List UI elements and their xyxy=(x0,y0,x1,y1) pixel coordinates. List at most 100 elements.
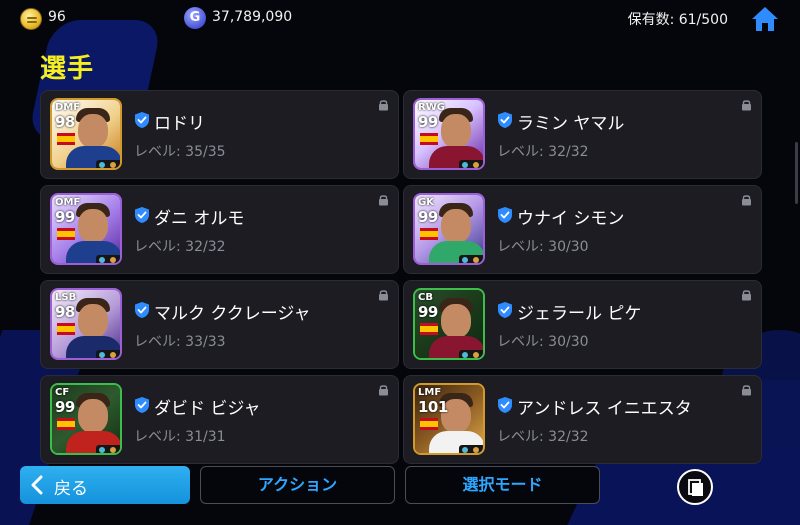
player-portrait: CB 99 xyxy=(413,288,485,360)
page-title: 選手 xyxy=(40,54,95,84)
rating-label: 99 xyxy=(418,303,438,321)
lock-icon[interactable] xyxy=(378,384,389,396)
gp-icon: G xyxy=(184,7,206,29)
rating-label: 99 xyxy=(55,398,75,416)
rating-label: 101 xyxy=(418,398,448,416)
lock-icon[interactable] xyxy=(741,289,752,301)
player-name: マルク ククレージャ xyxy=(154,304,311,324)
select-mode-button[interactable]: 選択モード xyxy=(405,466,600,504)
player-name: ラミン ヤマル xyxy=(517,114,625,134)
verified-icon xyxy=(498,112,512,128)
lock-icon[interactable] xyxy=(741,384,752,396)
gp-balance: 37,789,090 xyxy=(212,9,293,25)
player-card[interactable]: CB 99 ジェラール ピケ レベル: 30/30 xyxy=(403,280,762,369)
back-label: 戻る xyxy=(54,479,88,499)
chevron-left-icon xyxy=(31,475,43,495)
home-icon[interactable] xyxy=(750,5,780,33)
player-portrait: CF 99 xyxy=(50,383,122,455)
owned-count: 保有数: 61/500 xyxy=(627,12,728,28)
player-name: ロドリ xyxy=(154,114,205,134)
scrollbar[interactable] xyxy=(795,142,798,204)
player-level: レベル: 32/32 xyxy=(497,429,589,445)
position-label: RWG xyxy=(418,102,445,113)
lock-icon[interactable] xyxy=(378,289,389,301)
position-label: LMF xyxy=(418,387,442,398)
rating-label: 99 xyxy=(418,208,438,226)
spain-flag-icon xyxy=(57,323,75,335)
player-grid: DMF 98 ロドリ レベル: 35/35 RWG 99 ラミン ヤマル レベル… xyxy=(40,90,762,464)
player-level: レベル: 33/33 xyxy=(134,334,226,350)
player-portrait: LMF 101 xyxy=(413,383,485,455)
player-card[interactable]: DMF 98 ロドリ レベル: 35/35 xyxy=(40,90,399,179)
rating-label: 98 xyxy=(55,303,75,321)
position-label: OMF xyxy=(55,197,81,208)
verified-icon xyxy=(135,302,149,318)
player-portrait: LSB 98 xyxy=(50,288,122,360)
verified-icon xyxy=(135,207,149,223)
player-card[interactable]: OMF 99 ダニ オルモ レベル: 32/32 xyxy=(40,185,399,274)
player-name: アンドレス イニエスタ xyxy=(517,399,692,419)
player-portrait: DMF 98 xyxy=(50,98,122,170)
player-level: レベル: 35/35 xyxy=(134,144,226,160)
player-name: ジェラール ピケ xyxy=(517,304,642,324)
action-button[interactable]: アクション xyxy=(200,466,395,504)
player-portrait: OMF 99 xyxy=(50,193,122,265)
player-level: レベル: 32/32 xyxy=(497,144,589,160)
player-face xyxy=(441,209,471,243)
player-face xyxy=(78,209,108,243)
player-face xyxy=(441,114,471,148)
position-label: GK xyxy=(418,197,434,208)
spain-flag-icon xyxy=(420,228,438,240)
skill-indicator xyxy=(96,445,120,453)
position-label: CF xyxy=(55,387,70,398)
rating-label: 98 xyxy=(55,113,75,131)
rating-label: 99 xyxy=(55,208,75,226)
player-face xyxy=(78,304,108,338)
top-bar: 96 G 37,789,090 保有数: 61/500 xyxy=(0,0,800,38)
document-icon xyxy=(688,479,703,496)
back-button[interactable]: 戻る xyxy=(20,466,190,504)
player-card[interactable]: LMF 101 アンドレス イニエスタ レベル: 32/32 xyxy=(403,375,762,464)
skill-indicator xyxy=(96,160,120,168)
player-card[interactable]: CF 99 ダビド ビジャ レベル: 31/31 xyxy=(40,375,399,464)
skill-indicator xyxy=(459,350,483,358)
lock-icon[interactable] xyxy=(378,99,389,111)
coin-balance: 96 xyxy=(48,9,66,25)
verified-icon xyxy=(498,302,512,318)
spain-flag-icon xyxy=(420,323,438,335)
position-label: DMF xyxy=(55,102,81,113)
skill-indicator xyxy=(96,255,120,263)
verified-icon xyxy=(498,207,512,223)
spain-flag-icon xyxy=(57,133,75,145)
skill-indicator xyxy=(459,160,483,168)
lock-icon[interactable] xyxy=(741,99,752,111)
verified-icon xyxy=(135,112,149,128)
player-portrait: GK 99 xyxy=(413,193,485,265)
skill-indicator xyxy=(459,255,483,263)
player-name: ダニ オルモ xyxy=(154,209,245,229)
coin-icon xyxy=(20,8,42,30)
document-button[interactable] xyxy=(677,469,713,505)
player-face xyxy=(78,399,108,433)
spain-flag-icon xyxy=(420,418,438,430)
position-label: CB xyxy=(418,292,433,303)
verified-icon xyxy=(135,397,149,413)
lock-icon[interactable] xyxy=(378,194,389,206)
player-level: レベル: 30/30 xyxy=(497,334,589,350)
player-face xyxy=(78,114,108,148)
skill-indicator xyxy=(96,350,120,358)
spain-flag-icon xyxy=(57,228,75,240)
player-card[interactable]: RWG 99 ラミン ヤマル レベル: 32/32 xyxy=(403,90,762,179)
player-name: ダビド ビジャ xyxy=(154,399,261,419)
player-name: ウナイ シモン xyxy=(517,209,625,229)
player-card[interactable]: LSB 98 マルク ククレージャ レベル: 33/33 xyxy=(40,280,399,369)
lock-icon[interactable] xyxy=(741,194,752,206)
player-level: レベル: 30/30 xyxy=(497,239,589,255)
player-face xyxy=(441,304,471,338)
spain-flag-icon xyxy=(57,418,75,430)
skill-indicator xyxy=(459,445,483,453)
player-level: レベル: 32/32 xyxy=(134,239,226,255)
rating-label: 99 xyxy=(418,113,438,131)
player-level: レベル: 31/31 xyxy=(134,429,226,445)
player-card[interactable]: GK 99 ウナイ シモン レベル: 30/30 xyxy=(403,185,762,274)
